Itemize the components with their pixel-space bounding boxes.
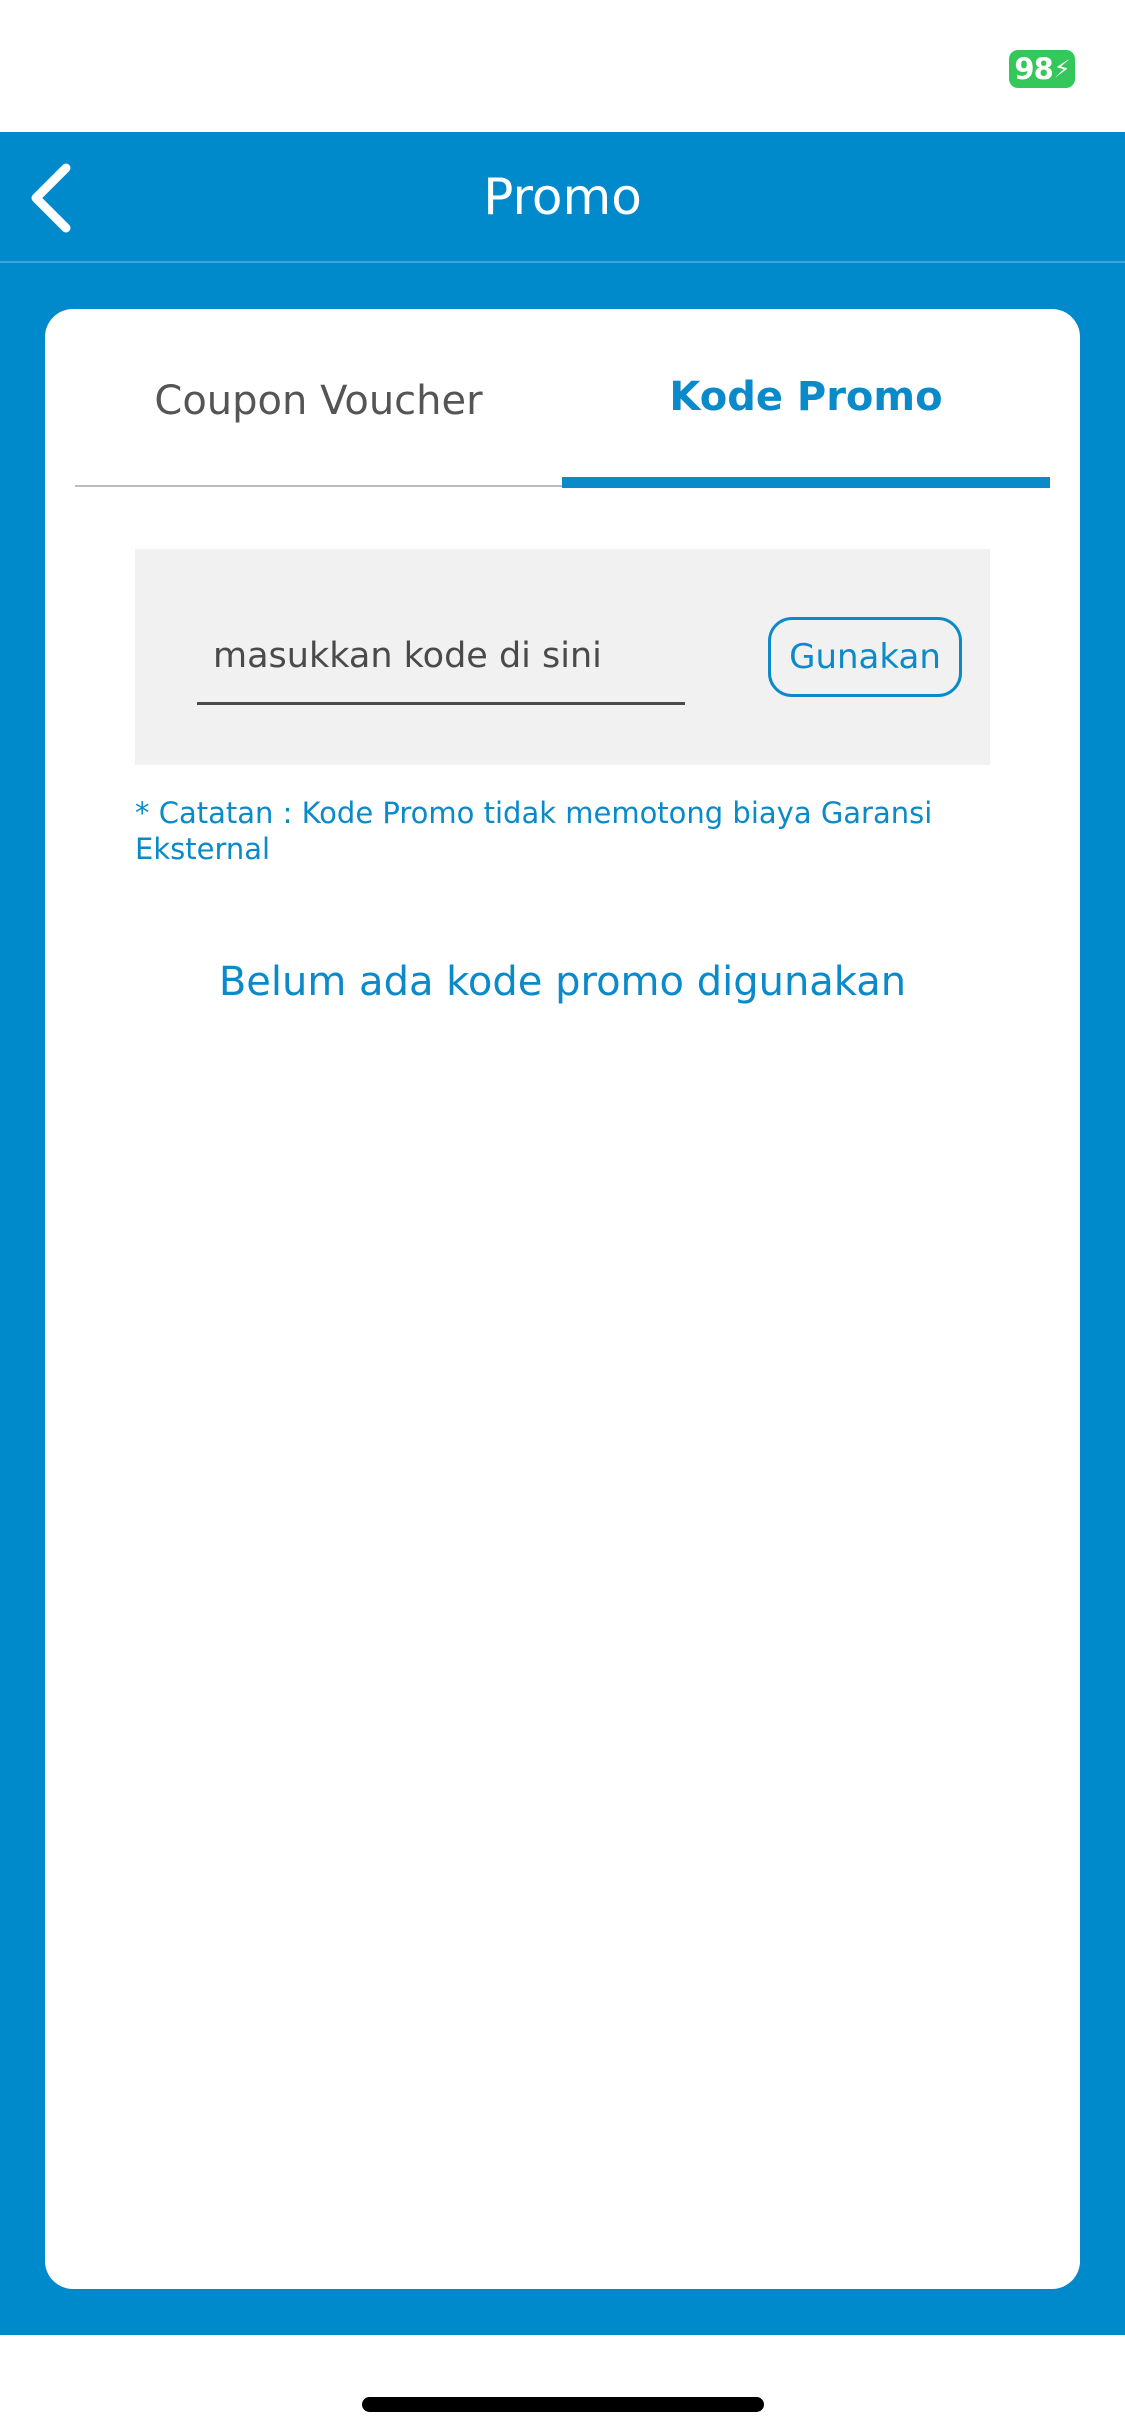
empty-state-message: Belum ada kode promo digunakan [218, 959, 907, 1005]
page-title: Promo [483, 168, 642, 226]
home-indicator[interactable] [362, 2397, 764, 2412]
tab-label: Kode Promo [669, 374, 943, 420]
tab-bar: Coupon Voucher Kode Promo [75, 309, 1050, 489]
promo-code-form: Gunakan [135, 549, 990, 765]
promo-card: Coupon Voucher Kode Promo Gunakan * Cata… [45, 309, 1080, 2289]
tab-label: Coupon Voucher [154, 378, 483, 424]
status-bar: 98 ⚡ [0, 0, 1125, 132]
charging-bolt-icon: ⚡ [1053, 55, 1071, 83]
battery-level: 98 [1014, 52, 1053, 86]
battery-indicator: 98 ⚡ [1009, 50, 1075, 88]
promo-note: * Catatan : Kode Promo tidak memotong bi… [135, 796, 933, 866]
apply-promo-button[interactable]: Gunakan [768, 617, 962, 697]
tab-kode-promo[interactable]: Kode Promo [562, 309, 1050, 488]
promo-code-input[interactable] [197, 609, 685, 705]
header-bar: Promo [0, 132, 1125, 263]
tab-coupon-voucher[interactable]: Coupon Voucher [75, 309, 562, 487]
